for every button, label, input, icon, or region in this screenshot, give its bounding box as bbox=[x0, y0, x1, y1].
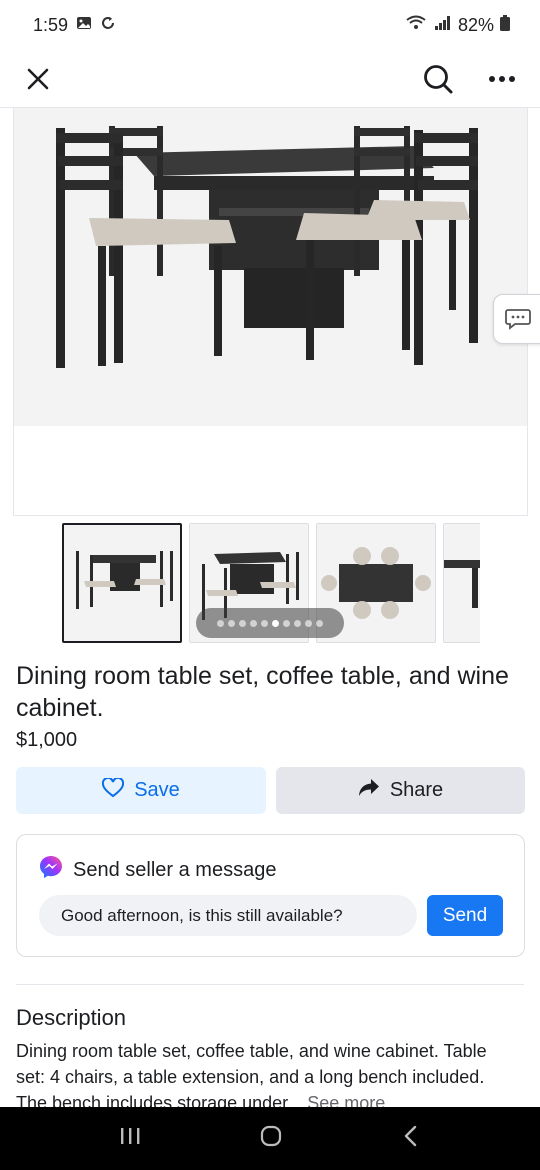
description-text: Dining room table set, coffee table, and… bbox=[16, 1038, 516, 1108]
pager-dot bbox=[294, 619, 301, 627]
system-nav-bar bbox=[0, 1107, 540, 1170]
pager-dot bbox=[217, 619, 224, 627]
more-icon[interactable] bbox=[482, 59, 522, 99]
save-label: Save bbox=[134, 779, 180, 801]
send-button[interactable]: Send bbox=[427, 895, 503, 936]
photo-pager-dots bbox=[196, 608, 344, 638]
save-button[interactable]: Save bbox=[16, 767, 266, 814]
message-heading: Send seller a message bbox=[73, 858, 277, 881]
status-right: 82% bbox=[406, 14, 510, 36]
battery-percent: 82% bbox=[457, 14, 494, 35]
message-seller-card: Send seller a message Good afternoon, is… bbox=[16, 834, 525, 957]
recent-apps-icon[interactable] bbox=[118, 1125, 142, 1152]
pager-dot bbox=[239, 619, 246, 627]
share-arrow-icon bbox=[358, 778, 380, 804]
thumbnail-4[interactable] bbox=[443, 523, 480, 643]
pager-dot bbox=[305, 619, 312, 627]
chat-bubble-icon[interactable] bbox=[493, 294, 540, 344]
pager-dot bbox=[272, 619, 279, 627]
status-time: 1:59 bbox=[33, 14, 69, 35]
home-icon[interactable] bbox=[259, 1124, 283, 1153]
wifi-calling-icon bbox=[406, 15, 428, 36]
main-photo[interactable] bbox=[13, 108, 528, 516]
pager-dot bbox=[261, 619, 268, 627]
gallery-icon bbox=[76, 15, 92, 36]
pager-dot bbox=[228, 619, 235, 627]
description-body: Dining room table set, coffee table, and… bbox=[16, 1041, 487, 1108]
status-left: 1:59 bbox=[33, 15, 116, 36]
message-input[interactable]: Good afternoon, is this still available? bbox=[39, 895, 417, 936]
top-toolbar bbox=[0, 50, 540, 108]
share-button[interactable]: Share bbox=[276, 767, 525, 814]
heart-icon bbox=[102, 776, 125, 804]
pager-dot bbox=[250, 619, 257, 627]
close-icon[interactable] bbox=[18, 59, 58, 99]
thumbnail-1[interactable] bbox=[62, 523, 182, 643]
listing-title: Dining room table set, coffee table, and… bbox=[16, 662, 509, 722]
pager-dot bbox=[316, 619, 323, 627]
status-bar: 1:59 82% bbox=[0, 0, 540, 50]
share-label: Share bbox=[389, 779, 444, 801]
battery-icon bbox=[500, 14, 510, 36]
pager-dot bbox=[283, 619, 290, 627]
product-image[interactable] bbox=[14, 108, 527, 426]
divider bbox=[16, 984, 524, 985]
see-more-link[interactable]: See more bbox=[307, 1093, 385, 1108]
listing-price: $1,000 bbox=[16, 729, 78, 751]
sync-icon bbox=[100, 15, 116, 36]
description-heading: Description bbox=[16, 1005, 127, 1030]
messenger-icon bbox=[39, 855, 63, 885]
signal-icon bbox=[434, 15, 452, 36]
message-heading-row: Send seller a message bbox=[39, 855, 276, 885]
toolbar-right bbox=[418, 59, 522, 99]
search-icon[interactable] bbox=[418, 59, 458, 99]
back-icon[interactable] bbox=[400, 1124, 422, 1153]
